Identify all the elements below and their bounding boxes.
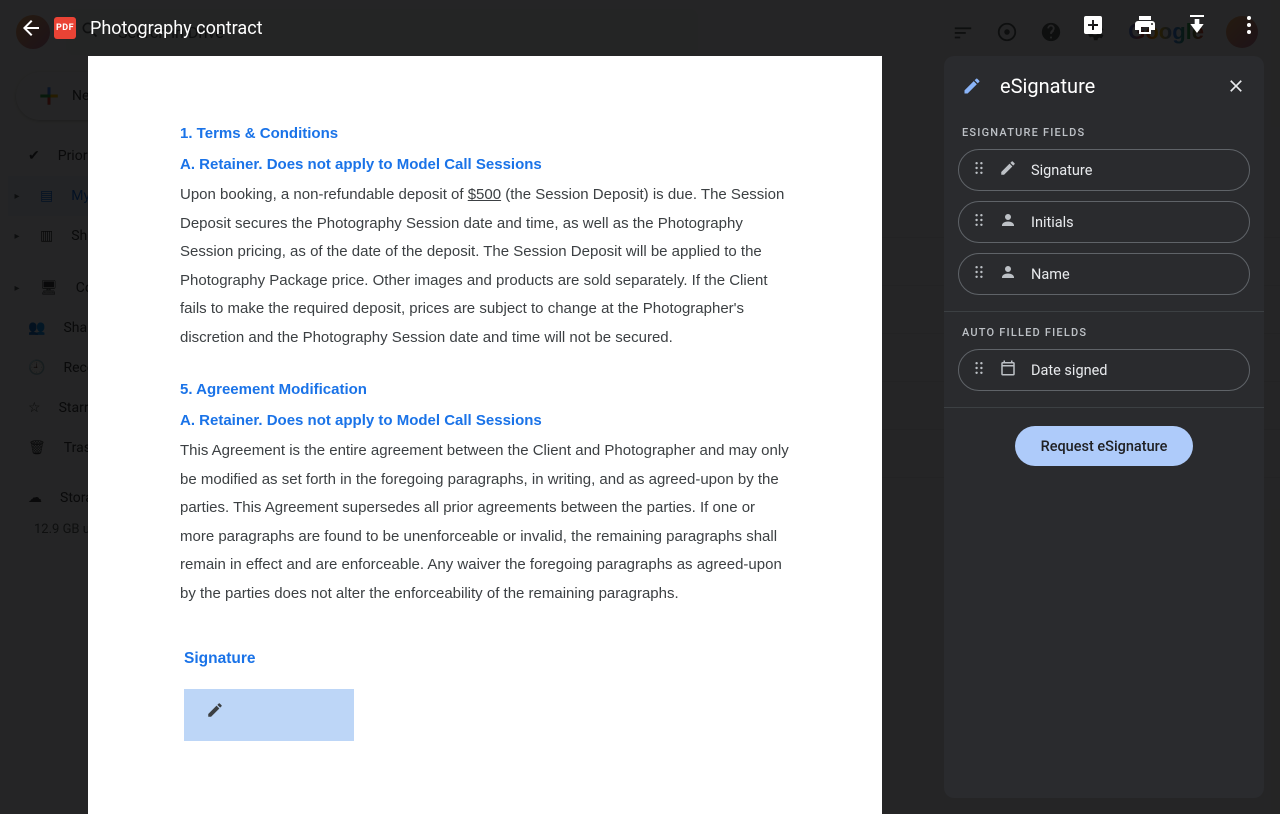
panel-header: eSignature — [944, 56, 1264, 112]
field-label: Initials — [1031, 214, 1074, 231]
add-to-drive-button[interactable] — [1080, 12, 1106, 38]
close-panel-button[interactable] — [1226, 76, 1246, 96]
initials-field-chip[interactable]: Initials — [958, 201, 1250, 243]
person-icon — [999, 211, 1017, 233]
document-page: 1. Terms & Conditions A. Retainer. Does … — [88, 56, 882, 814]
more-options-button[interactable] — [1236, 12, 1262, 38]
document-title: Photography contract — [90, 18, 263, 39]
auto-filled-fields-header: AUTO FILLED FIELDS — [944, 312, 1264, 349]
pdf-badge: PDF — [54, 17, 76, 39]
viewer-tools — [1080, 12, 1262, 38]
field-label: Signature — [1031, 162, 1092, 179]
signature-field-chip[interactable]: Signature — [958, 149, 1250, 191]
drag-handle-icon — [973, 212, 985, 232]
drag-handle-icon — [973, 264, 985, 284]
calendar-icon — [999, 359, 1017, 381]
pen-icon — [962, 76, 982, 96]
pen-icon — [999, 159, 1017, 181]
panel-title: eSignature — [1000, 74, 1212, 98]
drag-handle-icon — [973, 360, 985, 380]
field-label: Name — [1031, 266, 1070, 283]
section-1-sub-a: A. Retainer. Does not apply to Model Cal… — [180, 151, 790, 180]
section-5-title: 5. Agreement Modification — [180, 376, 790, 405]
print-button[interactable] — [1132, 12, 1158, 38]
download-button[interactable] — [1184, 12, 1210, 38]
esignature-panel: eSignature ESIGNATURE FIELDS Signature I… — [944, 56, 1264, 798]
esignature-fields-header: ESIGNATURE FIELDS — [944, 112, 1264, 149]
date-signed-field-chip[interactable]: Date signed — [958, 349, 1250, 391]
request-esignature-button[interactable]: Request eSignature — [1015, 426, 1193, 466]
signature-field-placeholder[interactable] — [184, 689, 354, 741]
drag-handle-icon — [973, 160, 985, 180]
signature-label: Signature — [184, 644, 790, 673]
back-button[interactable] — [18, 15, 44, 41]
pen-icon — [206, 701, 224, 730]
deposit-amount: $500 — [468, 186, 501, 203]
person-icon — [999, 263, 1017, 285]
section-1-title: 1. Terms & Conditions — [180, 120, 790, 149]
section-5-sub-a: A. Retainer. Does not apply to Model Cal… — [180, 407, 790, 436]
section-5-paragraph: This Agreement is the entire agreement b… — [180, 437, 790, 608]
section-1-paragraph: Upon booking, a non-refundable deposit o… — [180, 181, 790, 352]
field-label: Date signed — [1031, 362, 1107, 379]
name-field-chip[interactable]: Name — [958, 253, 1250, 295]
